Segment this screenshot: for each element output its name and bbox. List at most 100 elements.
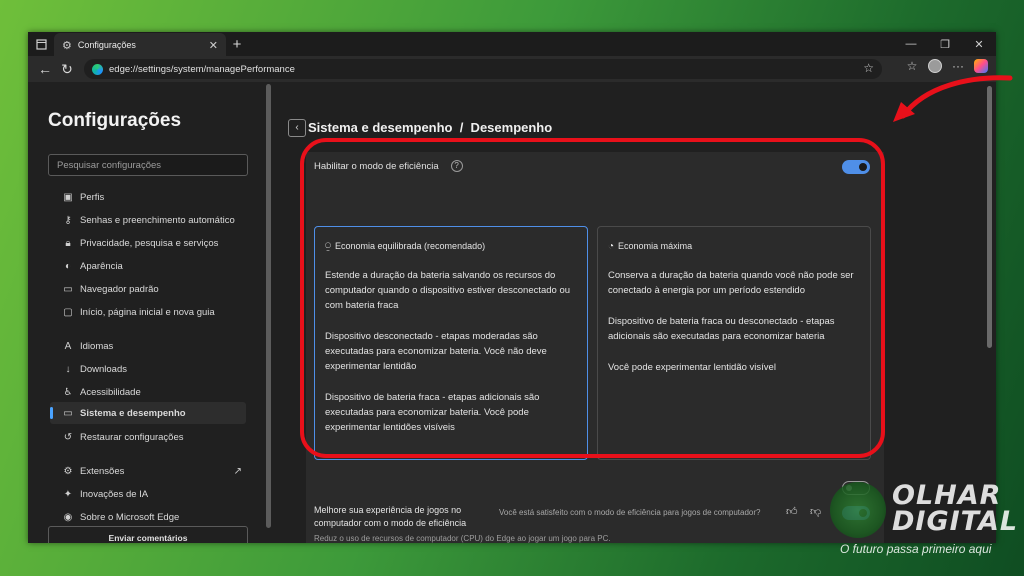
tab-actions-icon [35,38,47,50]
new-tab-button[interactable]: + [226,36,248,53]
sidebar-item-accessibility[interactable]: ♿︎ Acessibilidade [50,381,246,403]
home-icon: ▢ [63,306,73,318]
back-button[interactable]: ‹ [288,119,306,137]
thumbs-down-icon[interactable]: 👎︎ [810,505,821,518]
sidebar-item-privacy[interactable]: 🔒︎ Privacidade, pesquisa e serviços [50,232,246,254]
sidebar-scrollbar[interactable] [266,84,271,528]
edge-icon: ◉ [63,511,73,523]
settings-sidebar: Configurações Pesquisar configurações ▣ P… [28,82,272,543]
logo-line2: DIGITAL [892,506,1019,537]
games-row: Melhore sua experiência de jogos no comp… [314,504,884,543]
sidebar-item-passwords[interactable]: ⚷ Senhas e preenchimento automático [50,209,246,231]
maximum-savings-card[interactable]: ◔ Economia máxima Conserva a duração da b… [597,226,871,460]
balanced-savings-card[interactable]: ⍜ Economia equilibrada (recomendado) Este… [314,226,588,460]
edge-logo-icon [92,63,103,75]
sidebar-item-system[interactable]: ▭ Sistema e desempenho [50,402,246,424]
tab-actions-button[interactable] [28,32,54,56]
card-paragraph: Você pode experimentar lentidão visível [608,362,776,373]
browser-icon: ▭ [63,283,73,295]
sidebar-item-profiles[interactable]: ▣ Perfis [50,186,246,208]
sidebar-item-label: Acessibilidade [80,386,141,398]
page-title: Configurações [48,110,182,131]
external-link-icon: ↗ [233,465,242,477]
card-paragraph: Conserva a duração da bateria quando voc… [608,270,854,296]
download-icon: ↓ [65,363,71,375]
sidebar-item-label: Sistema e desempenho [80,407,186,419]
sidebar-item-label: Downloads [80,363,127,375]
copilot-icon[interactable] [974,59,988,73]
sidebar-item-reset[interactable]: ↺ Restaurar configurações [50,426,246,448]
performance-panel: Habilitar o modo de eficiência ? ⍜ Econom… [306,152,884,543]
feedback-question: Você está satisfeito com o modo de efici… [499,508,761,517]
sidebar-item-default-browser[interactable]: ▭ Navegador padrão [50,278,246,300]
language-icon: A [64,340,72,352]
avatar[interactable] [928,59,942,73]
annotation-arrow-icon [893,75,1013,122]
card-paragraph: Estende a duração da bateria salvando os… [325,270,571,311]
toolbar-right: ☆ ··· [904,59,988,73]
gauge-icon: ◔ [608,241,615,252]
card-title-text: Economia equilibrada (recomendado) [335,241,486,251]
sidebar-item-start-page[interactable]: ▢ Início, página inicial e nova guia [50,301,246,323]
sidebar-item-label: Restaurar configurações [80,431,184,443]
toolbar: ← ↻ edge://settings/system/managePerform… [28,56,996,82]
sidebar-item-label: Senhas e preenchimento automático [80,214,235,226]
restore-button[interactable]: ❐ [928,32,962,56]
main-panel: ‹ Sistema e desempenho / Desempenho Habi… [286,82,996,543]
games-subtitle: Reduz o uso de recursos de computador (C… [314,534,611,543]
sidebar-item-languages[interactable]: A Idiomas [50,335,246,357]
refresh-icon[interactable]: ↻ [56,61,78,78]
sidebar-item-ai[interactable]: ✦ Inovações de IA [50,483,246,505]
url-text: edge://settings/system/managePerformance [109,63,295,75]
palette-icon: ◐ [64,260,72,272]
tab-settings[interactable]: ⚙ Configurações ✕ [54,33,226,57]
system-icon: ▭ [63,407,73,419]
olhar-digital-logo: OLHAR DIGITAL O futuro passa primeiro aq… [830,478,1020,568]
back-arrow-icon[interactable]: ← [34,61,56,77]
efficiency-label: Habilitar o modo de eficiência [314,160,439,172]
close-tab-icon[interactable]: ✕ [209,39,218,52]
accessibility-icon: ♿︎ [63,386,73,398]
help-icon[interactable]: ? [450,160,463,172]
efficiency-toggle[interactable] [842,160,870,174]
card-paragraph: Dispositivo de bateria fraca - etapas ad… [325,392,540,433]
sidebar-item-label: Sobre o Microsoft Edge [80,511,180,523]
sidebar-item-label: Perfis [80,191,105,203]
sidebar-item-label: Privacidade, pesquisa e serviços [80,237,219,249]
restore-icon: ↺ [63,431,73,443]
logo-tagline: O futuro passa primeiro aqui [840,542,992,556]
thumbs-up-icon[interactable]: 👍︎ [786,505,798,518]
games-title: Melhore sua experiência de jogos no comp… [314,505,467,528]
efficiency-row: Habilitar o modo de eficiência ? [314,160,463,172]
leaf-icon: ⍜ [325,241,331,252]
sidebar-item-downloads[interactable]: ↓ Downloads [50,358,246,380]
sidebar-item-label: Inovações de IA [80,488,149,500]
profile-icon: ▣ [63,191,73,203]
key-icon: ⚷ [64,214,72,226]
tab-title: Configurações [77,40,136,50]
lock-icon: 🔒︎ [65,237,71,249]
minimize-button[interactable]: — [894,32,928,56]
sidebar-item-label: Aparência [80,260,123,272]
feedback-button[interactable]: Enviar comentários [48,526,248,543]
more-menu-icon[interactable]: ··· [950,59,966,73]
title-bar: ⚙ Configurações ✕ + — ❐ ✕ [28,32,996,57]
card-paragraph: Dispositivo de bateria fraca ou desconec… [608,316,835,342]
ai-icon: ✦ [63,488,73,500]
close-window-button[interactable]: ✕ [962,32,996,56]
favorites-icon[interactable]: ☆ [904,59,920,73]
sidebar-item-appearance[interactable]: ◐ Aparência [50,255,246,277]
card-title-text: Economia máxima [618,241,693,251]
logo-eye-icon [830,482,886,538]
sidebar-item-extensions[interactable]: ⚙ Extensões ↗ [50,460,246,482]
sidebar-item-label: Extensões [80,465,125,477]
settings-content: Configurações Pesquisar configurações ▣ P… [28,82,996,543]
card-title: ◔ Economia máxima [608,239,860,254]
browser-window: ⚙ Configurações ✕ + — ❐ ✕ ← ↻ edge://set… [28,32,996,543]
sidebar-item-about[interactable]: ◉ Sobre o Microsoft Edge [50,506,246,528]
search-input[interactable]: Pesquisar configurações [48,154,248,176]
address-bar[interactable]: edge://settings/system/managePerformance… [84,59,882,79]
sidebar-item-label: Navegador padrão [80,283,159,295]
card-title: ⍜ Economia equilibrada (recomendado) [325,239,577,254]
favorite-star-icon[interactable]: ☆ [863,61,874,75]
